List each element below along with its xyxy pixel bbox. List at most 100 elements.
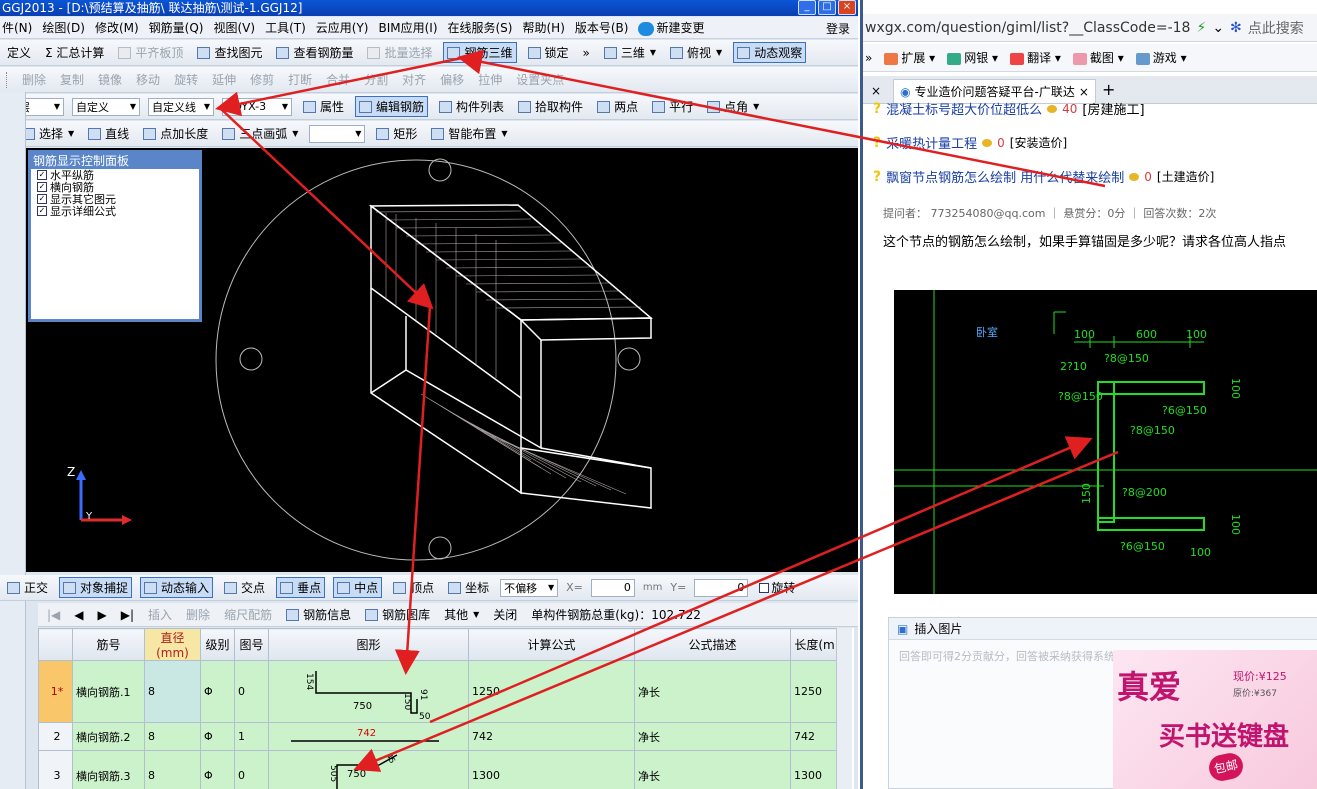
ext-extensions[interactable]: 扩展 ▾ bbox=[884, 49, 935, 66]
login-button[interactable]: 登录 bbox=[826, 20, 850, 37]
menu-tools[interactable]: 工具(T) bbox=[265, 19, 306, 36]
summary-calc-button[interactable]: Σ 汇总计算 bbox=[42, 43, 107, 62]
lock-button[interactable]: 锁定 bbox=[525, 43, 572, 62]
batch-select-button[interactable]: 批量选择 bbox=[364, 43, 435, 62]
col-grade[interactable]: 级别 bbox=[200, 628, 235, 661]
question-item[interactable]: ? 飘窗节点钢筋怎么绘制 用什么代替来绘制 0 [土建造价] bbox=[873, 167, 1214, 187]
menu-version[interactable]: 版本号(B) bbox=[575, 19, 629, 36]
menu-view[interactable]: 视图(V) bbox=[213, 19, 255, 36]
merge-button[interactable]: 合并 bbox=[323, 70, 353, 89]
define-select[interactable]: 自定义 ▼ bbox=[72, 97, 140, 116]
find-element-button[interactable]: 查找图元 bbox=[194, 43, 265, 62]
close-grid-button[interactable]: 关闭 bbox=[490, 605, 520, 624]
smart-layout-dropdown[interactable]: 智能布置 ▼ bbox=[428, 124, 510, 143]
col-shape[interactable]: 图形 bbox=[268, 628, 469, 661]
last-record-button[interactable]: ▶| bbox=[118, 607, 137, 623]
tab-close-icon[interactable]: × bbox=[1079, 85, 1089, 99]
offset-button[interactable]: 偏移 bbox=[437, 70, 467, 89]
rebar-shape-cell[interactable]: 742 bbox=[268, 722, 469, 751]
ortho-toggle[interactable]: 正交 bbox=[4, 578, 51, 597]
define-line-select[interactable]: 自定义线 ▼ bbox=[148, 97, 214, 116]
table-row[interactable]: 3 横向钢筋.3 8 Φ 0 750 505 45 1300 净长 1300 bbox=[38, 750, 839, 789]
menu-help[interactable]: 帮助(H) bbox=[522, 19, 564, 36]
split-button[interactable]: 分割 bbox=[361, 70, 391, 89]
chevron-more-icon[interactable]: » bbox=[580, 45, 593, 61]
ext-bank[interactable]: 网银 ▾ bbox=[947, 49, 998, 66]
menu-rebar-qty[interactable]: 钢筋量(Q) bbox=[149, 19, 204, 36]
align-button[interactable]: 对齐 bbox=[399, 70, 429, 89]
url-text[interactable]: wxgx.com/question/giml/list?__ClassCode=… bbox=[865, 20, 1190, 36]
parallel-button[interactable]: 平行 bbox=[649, 97, 696, 116]
menu-cloud[interactable]: 云应用(Y) bbox=[316, 19, 369, 36]
question-item[interactable]: ? 采暖热计量工程 0 [安装造价] bbox=[873, 133, 1067, 153]
ext-translate[interactable]: 翻译 ▾ bbox=[1010, 49, 1061, 66]
col-formula[interactable]: 计算公式 bbox=[468, 628, 635, 661]
rebar-shape-cell[interactable]: 750 505 45 bbox=[268, 750, 469, 789]
arc-option-select[interactable]: ▼ bbox=[309, 124, 366, 143]
delete-row-button[interactable]: 删除 bbox=[183, 605, 213, 624]
rebar-library-button[interactable]: 钢筋图库 bbox=[362, 605, 433, 624]
insert-image-button[interactable]: ▣ 插入图片 bbox=[889, 618, 1317, 640]
paw-icon[interactable]: ✻ bbox=[1230, 20, 1242, 36]
ext-screenshot[interactable]: 截图 ▾ bbox=[1072, 49, 1124, 66]
rebar-info-button[interactable]: 钢筋信息 bbox=[283, 605, 354, 624]
maximize-button[interactable]: □ bbox=[818, 0, 836, 15]
edit-rebar-button[interactable]: 编辑钢筋 bbox=[355, 96, 429, 117]
two-point-button[interactable]: 两点 bbox=[594, 97, 641, 116]
book-ad-banner[interactable]: 真爱 现价:¥125 原价:¥367 买书送键盘 包邮 bbox=[1113, 650, 1317, 789]
menu-file[interactable]: 件(N) bbox=[2, 19, 32, 36]
stretch-button[interactable]: 拉伸 bbox=[475, 70, 505, 89]
col-length[interactable]: 长度(m bbox=[790, 628, 839, 661]
dynamic-observe-button[interactable]: 动态观察 bbox=[733, 42, 807, 63]
midpoint-snap[interactable]: 中点 bbox=[333, 577, 383, 598]
next-record-button[interactable]: ▶ bbox=[95, 607, 110, 623]
question-item[interactable]: ? 混凝土标号超大价位超低么 40 [房建施工] bbox=[873, 99, 1145, 119]
trim-button[interactable]: 修剪 bbox=[247, 70, 277, 89]
copy-button[interactable]: 复制 bbox=[57, 70, 87, 89]
more-icon[interactable]: » bbox=[865, 51, 872, 65]
menu-draw[interactable]: 绘图(D) bbox=[42, 19, 85, 36]
align-slab-top-button[interactable]: 平齐板顶 bbox=[115, 43, 186, 62]
chevron-down-icon[interactable]: ⌄ bbox=[1212, 20, 1224, 36]
component-select[interactable]: ZDYX-3 ▼ bbox=[222, 97, 292, 116]
first-record-button[interactable]: |◀ bbox=[44, 607, 63, 623]
object-snap-toggle[interactable]: 对象捕捉 bbox=[59, 577, 133, 598]
perpendicular-snap[interactable]: 垂点 bbox=[276, 577, 326, 598]
vertex-snap[interactable]: 顶点 bbox=[390, 578, 437, 597]
extend-button[interactable]: 延伸 bbox=[209, 70, 239, 89]
module-sidebar[interactable] bbox=[0, 92, 26, 789]
rotate-checkbox[interactable]: 旋转 bbox=[756, 578, 798, 597]
rectangle-button[interactable]: 矩形 bbox=[373, 124, 420, 143]
bolt-icon[interactable]: ⚡ bbox=[1196, 20, 1206, 36]
rebar-3d-button[interactable]: 钢筋三维 bbox=[443, 42, 517, 63]
menu-new-change[interactable]: 新建变更 bbox=[638, 19, 705, 36]
chk-show-formula[interactable]: ✓ 显示详细公式 bbox=[31, 205, 199, 218]
move-button[interactable]: 移动 bbox=[133, 70, 163, 89]
col-diameter[interactable]: 直径(mm) bbox=[144, 628, 201, 661]
point-angle-button[interactable]: 点角 ▼ bbox=[704, 97, 762, 116]
y-input[interactable]: 0 bbox=[694, 578, 749, 597]
menu-modify[interactable]: 修改(M) bbox=[95, 19, 139, 36]
dynamic-input-toggle[interactable]: 动态输入 bbox=[140, 577, 214, 598]
line-button[interactable]: 直线 bbox=[85, 124, 132, 143]
break-button[interactable]: 打断 bbox=[285, 70, 315, 89]
select-dropdown[interactable]: 选择 ▼ bbox=[19, 124, 77, 143]
col-formula-desc[interactable]: 公式描述 bbox=[634, 628, 791, 661]
prev-record-button[interactable]: ◀ bbox=[71, 607, 86, 623]
col-fig-no[interactable]: 图号 bbox=[234, 628, 269, 661]
view-3d-dropdown[interactable]: 三维 ▼ bbox=[601, 43, 659, 62]
table-row[interactable]: 2 横向钢筋.2 8 Φ 1 742 742 净长 742 bbox=[38, 722, 839, 751]
mirror-button[interactable]: 镜像 bbox=[95, 70, 125, 89]
top-view-dropdown[interactable]: 俯视 ▼ bbox=[667, 43, 725, 62]
menu-online[interactable]: 在线服务(S) bbox=[448, 19, 513, 36]
search-hint[interactable]: 点此搜索 bbox=[1248, 18, 1304, 38]
offset-select[interactable]: 不偏移 ▼ bbox=[500, 578, 559, 597]
minimize-button[interactable]: _ bbox=[798, 0, 816, 15]
scale-rebar-button[interactable]: 缩尺配筋 bbox=[221, 605, 275, 624]
rebar-shape-cell[interactable]: 154 750 150 91 50 bbox=[268, 660, 469, 723]
other-dropdown[interactable]: 其他 ▼ bbox=[441, 605, 482, 624]
component-list-button[interactable]: 构件列表 bbox=[436, 97, 507, 116]
coordinate-snap[interactable]: 坐标 bbox=[445, 578, 492, 597]
menu-bim[interactable]: BIM应用(I) bbox=[378, 19, 437, 36]
delete-button[interactable]: 删除 bbox=[19, 70, 49, 89]
